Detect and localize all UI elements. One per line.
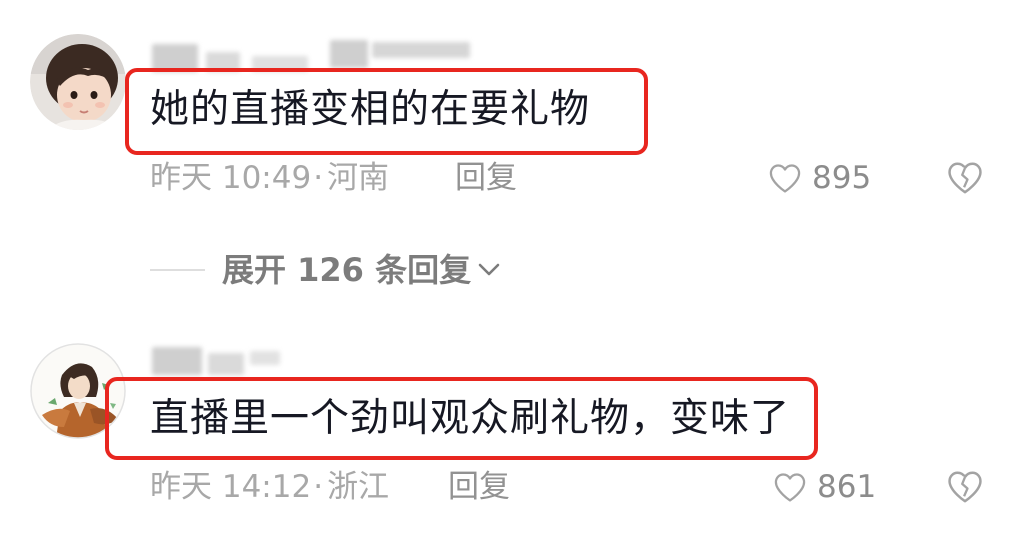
comment-meta: 昨天 10:49· 河南 <box>150 160 389 196</box>
broken-heart-icon <box>946 470 984 504</box>
comment-location: 浙江 <box>327 469 390 505</box>
divider-line <box>150 269 205 271</box>
meta-separator: · <box>313 469 324 505</box>
dislike-button[interactable] <box>946 470 984 504</box>
avatar[interactable] <box>30 34 126 130</box>
broken-heart-icon <box>946 161 984 195</box>
expand-replies-button[interactable]: 展开 126 条回复 <box>150 250 501 290</box>
username-redacted <box>0 309 280 375</box>
comment-text: 直播里一个劲叫观众刷礼物，变味了 <box>150 396 791 441</box>
reply-button[interactable]: 回复 <box>455 160 517 196</box>
chevron-down-icon <box>477 262 501 278</box>
expand-replies-label: 展开 126 条回复 <box>222 251 472 289</box>
like-button[interactable]: 895 <box>768 160 871 196</box>
comment-item: 直播里一个劲叫观众刷礼物，变味了 昨天 14:12· 浙江 回复 861 <box>0 309 1018 529</box>
comment-time: 昨天 10:49 <box>150 160 312 196</box>
like-button[interactable]: 861 <box>773 469 876 505</box>
comment-meta: 昨天 14:12· 浙江 <box>150 469 389 505</box>
dislike-button[interactable] <box>946 161 984 195</box>
comment-section: 她的直播变相的在要礼物 昨天 10:49· 河南 回复 895 展开 126 条回… <box>0 0 1018 536</box>
comment-time: 昨天 14:12 <box>150 469 312 505</box>
heart-outline-icon <box>773 472 807 503</box>
reply-button[interactable]: 回复 <box>448 469 510 505</box>
like-count: 895 <box>812 160 872 196</box>
heart-outline-icon <box>768 163 802 194</box>
like-count: 861 <box>817 469 877 505</box>
username-redacted <box>0 0 470 72</box>
meta-separator: · <box>313 160 324 196</box>
comment-location: 河南 <box>327 160 390 196</box>
comment-text: 她的直播变相的在要礼物 <box>150 87 591 132</box>
comment-item: 她的直播变相的在要礼物 昨天 10:49· 河南 回复 895 <box>0 0 1018 220</box>
